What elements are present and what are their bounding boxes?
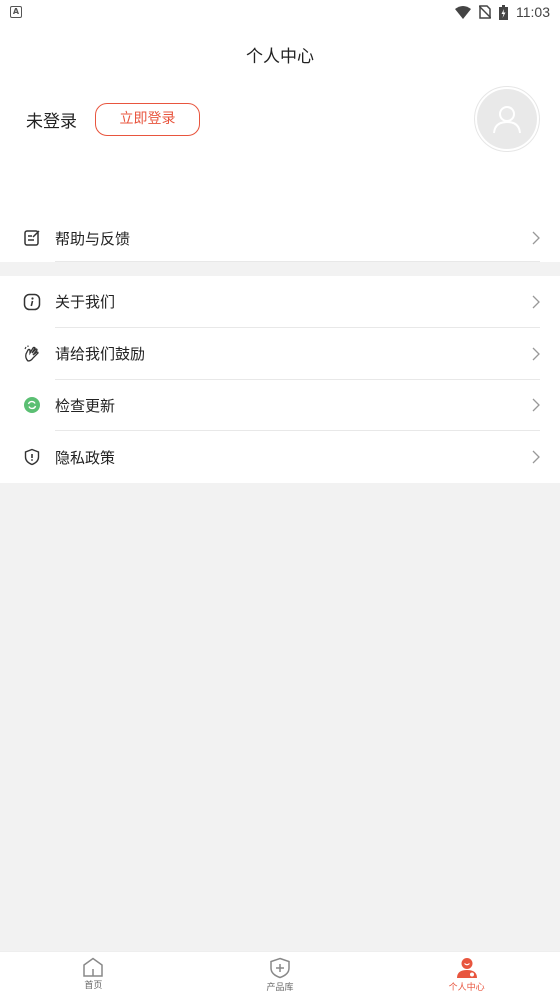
menu-item-check-update[interactable]: 检查更新 [0,380,560,432]
chevron-right-icon [532,295,540,309]
edit-note-icon [22,228,42,248]
menu-label-privacy-policy: 隐私政策 [55,448,116,467]
profile-header: 个人中心 未登录 立即登录 [0,24,560,214]
tab-home[interactable]: 首页 [0,952,187,997]
shield-icon [22,447,42,467]
tab-label-profile: 个人中心 [448,983,485,993]
update-icon [22,395,42,415]
clap-hands-icon [22,344,42,364]
menu-label-encourage-us: 请给我们鼓励 [55,345,146,364]
bottom-tab-bar: 首页 产品库 个人中心 [0,951,560,997]
user-icon [493,106,521,134]
notification-icon: A [10,6,22,18]
menu-item-about-us[interactable]: 关于我们 [0,276,560,328]
chevron-right-icon [532,347,540,361]
tab-label-home: 首页 [84,981,103,991]
menu-item-help-feedback[interactable]: 帮助与反馈 [0,214,560,262]
login-button[interactable]: 立即登录 [95,103,200,136]
chevron-right-icon [532,450,540,464]
clock: 11:03 [516,4,550,20]
tab-label-products: 产品库 [266,983,294,993]
menu-group-help: 帮助与反馈 [0,214,560,262]
status-bar: A 11:03 [0,0,560,24]
avatar[interactable] [474,86,540,152]
battery-icon [499,4,508,20]
wifi-icon [455,5,471,19]
chevron-right-icon [532,231,540,245]
tab-products[interactable]: 产品库 [187,952,374,997]
page-title: 个人中心 [246,47,314,67]
menu-label-about-us: 关于我们 [55,293,116,312]
menu-group-about: 关于我们 请给我们鼓励 检查更新 隐私政策 [0,276,560,483]
divider [55,261,540,262]
menu-item-privacy-policy[interactable]: 隐私政策 [0,431,560,483]
no-sim-icon [479,5,491,19]
login-status: 未登录 [26,112,77,132]
info-icon [22,292,42,312]
chevron-right-icon [532,398,540,412]
menu-label-check-update: 检查更新 [55,396,116,415]
shield-plus-icon [270,957,290,979]
menu-label-help-feedback: 帮助与反馈 [55,229,131,248]
menu-item-encourage-us[interactable]: 请给我们鼓励 [0,328,560,380]
home-icon [83,957,104,977]
person-icon [456,958,477,978]
tab-profile[interactable]: 个人中心 [373,952,560,997]
